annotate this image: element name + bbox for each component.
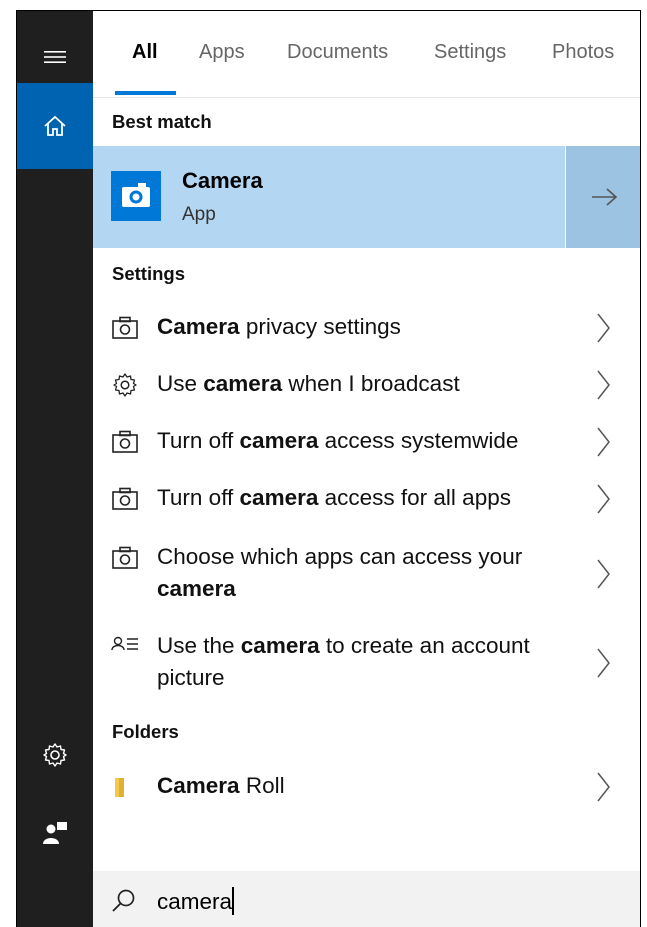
camera-icon xyxy=(112,546,138,569)
camera-icon xyxy=(112,487,138,510)
folder-result-camera-roll[interactable]: Camera Roll xyxy=(93,770,640,806)
tab-documents[interactable]: Documents xyxy=(287,41,388,64)
feedback-icon xyxy=(43,822,67,844)
account-list-icon xyxy=(111,636,138,651)
hamburger-menu-icon xyxy=(44,51,66,63)
best-match-subtitle: App xyxy=(182,204,216,225)
best-match-heading: Best match xyxy=(112,111,212,132)
result-label: Camera Roll xyxy=(157,773,285,798)
result-label: Turn off camera access systemwide xyxy=(157,428,519,453)
chevron-right-icon xyxy=(597,772,610,802)
settings-button[interactable] xyxy=(17,727,93,783)
filter-tabs: All Apps Documents Settings Photos xyxy=(93,11,640,98)
result-label: Turn off camera access for all apps xyxy=(157,485,511,510)
settings-result-use-camera-broadcast[interactable]: Use camera when I broadcast xyxy=(93,368,640,404)
tab-settings[interactable]: Settings xyxy=(434,41,506,64)
settings-result-choose-apps-access[interactable]: Choose which apps can access your camera xyxy=(93,541,640,607)
folders-heading: Folders xyxy=(112,721,179,742)
active-tab-indicator xyxy=(115,91,176,95)
tab-photos[interactable]: Photos xyxy=(552,41,614,64)
result-label: Choose which apps can access your camera xyxy=(157,544,523,601)
settings-result-turn-off-systemwide[interactable]: Turn off camera access systemwide xyxy=(93,425,640,461)
results-panel: All Apps Documents Settings Photos Best … xyxy=(93,11,640,927)
text-caret xyxy=(232,887,235,915)
chevron-right-icon xyxy=(597,559,610,589)
tab-apps[interactable]: Apps xyxy=(199,41,245,64)
result-label: Use the camera to create an account pict… xyxy=(157,633,530,690)
search-box[interactable]: camera xyxy=(93,871,640,927)
gear-icon xyxy=(113,373,137,397)
folder-icon xyxy=(115,778,124,797)
camera-app-icon xyxy=(111,171,161,221)
search-input[interactable]: camera xyxy=(157,887,235,915)
open-best-match-button[interactable] xyxy=(566,146,640,248)
settings-result-turn-off-all-apps[interactable]: Turn off camera access for all apps xyxy=(93,482,640,518)
search-window: All Apps Documents Settings Photos Best … xyxy=(16,10,641,927)
chevron-right-icon xyxy=(597,484,610,514)
settings-result-account-picture[interactable]: Use the camera to create an account pict… xyxy=(93,630,640,696)
best-match-title: Camera xyxy=(182,168,263,193)
camera-icon xyxy=(112,316,138,339)
left-rail xyxy=(17,11,93,927)
hamburger-menu-button[interactable] xyxy=(17,29,93,85)
arrow-right-icon xyxy=(592,188,618,206)
feedback-button[interactable] xyxy=(17,805,93,861)
settings-gear-icon xyxy=(43,743,67,767)
result-label: Use camera when I broadcast xyxy=(157,371,460,396)
search-icon xyxy=(112,889,135,912)
settings-heading: Settings xyxy=(112,263,185,284)
chevron-right-icon xyxy=(597,648,610,678)
tab-all[interactable]: All xyxy=(132,41,158,64)
camera-icon xyxy=(112,430,138,453)
home-icon xyxy=(44,115,66,136)
chevron-right-icon xyxy=(597,313,610,343)
best-match-result[interactable]: Camera App xyxy=(93,146,565,248)
chevron-right-icon xyxy=(597,427,610,457)
settings-result-camera-privacy[interactable]: Camera privacy settings xyxy=(93,311,640,347)
chevron-right-icon xyxy=(597,370,610,400)
home-button[interactable] xyxy=(17,83,93,169)
result-label: Camera privacy settings xyxy=(157,314,401,339)
